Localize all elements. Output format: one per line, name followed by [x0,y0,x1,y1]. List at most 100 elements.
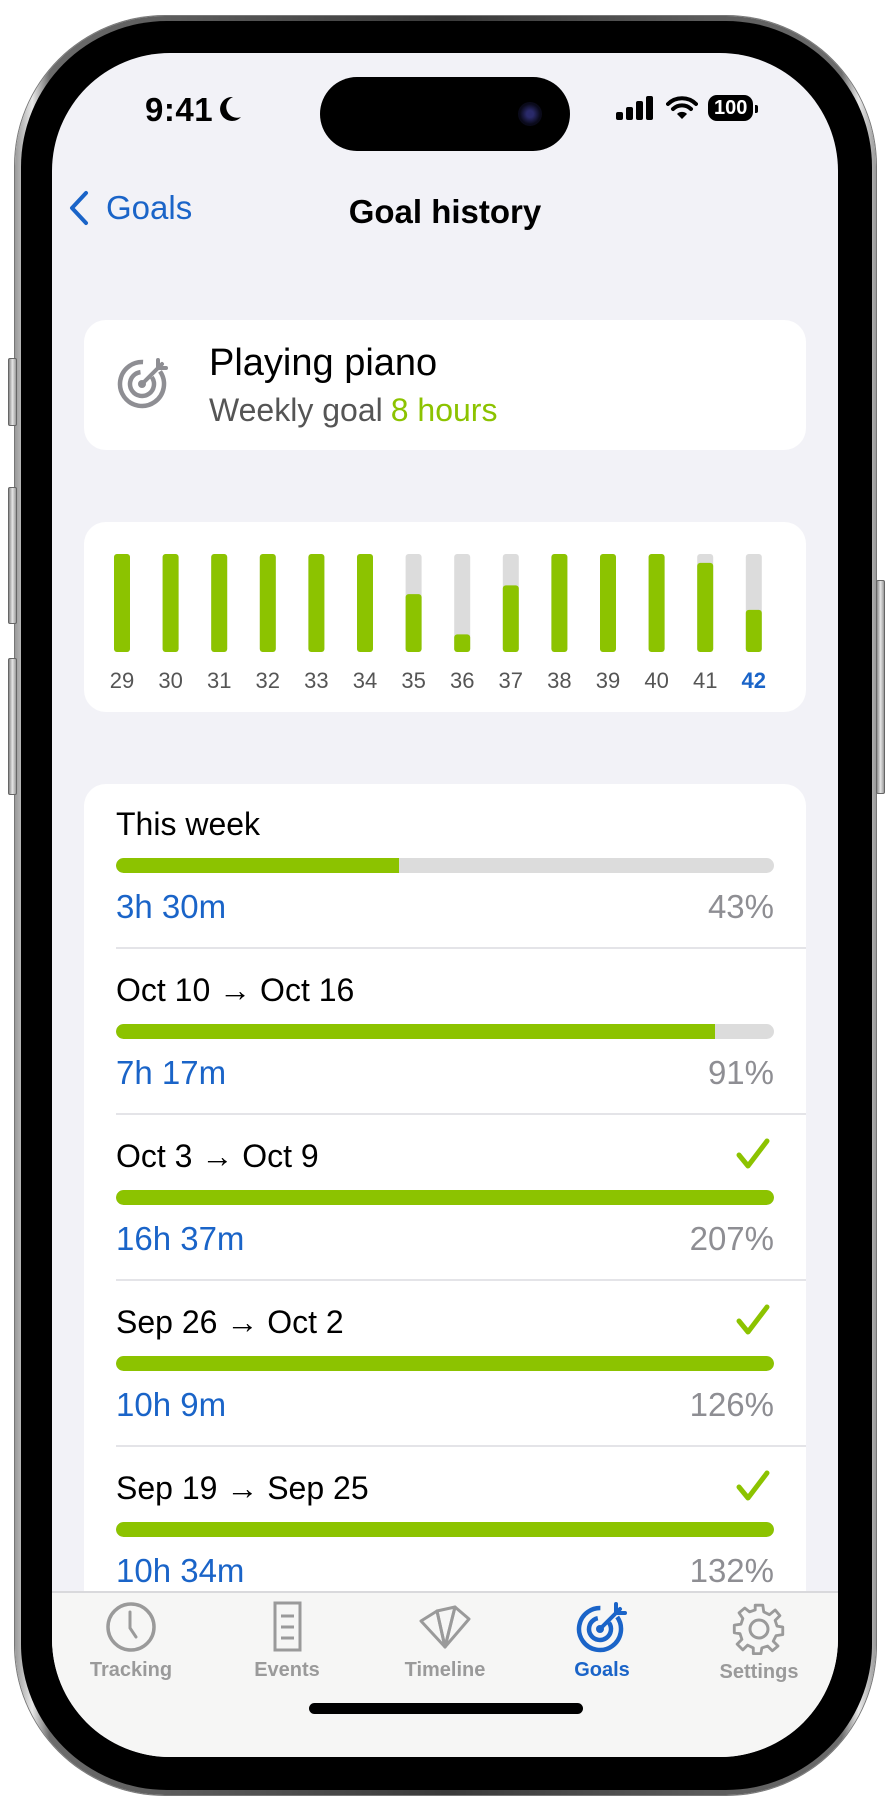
checkmark-icon [736,1470,770,1501]
week-tick-label: 32 [256,668,280,693]
percent-complete: 207% [689,1220,774,1257]
week-range-label: This week [116,806,261,842]
week-tick-label: 38 [547,668,571,693]
tab-timeline[interactable]: Timeline [385,1601,505,1682]
week-tick-label: 39 [596,668,620,693]
bar-week-32[interactable] [259,554,276,652]
home-indicator[interactable] [309,1703,583,1714]
goal-summary-card: Playing piano Weekly goal 8 hours [84,320,806,450]
goal-subtitle: Weekly goal 8 hours [209,392,497,429]
tab-label: Settings [719,1661,799,1683]
checkmark-icon [736,1138,770,1169]
history-row[interactable]: Oct 10 → Oct 16 7h 17m 91% [116,950,806,1115]
week-tick-label: 34 [353,668,377,693]
progress-bar [116,858,774,873]
screen: 9:41 100 Goals Goal history Playing pian… [52,53,838,1757]
goal-name: Playing piano [209,342,438,384]
tab-label: Events [254,1659,320,1681]
volume-up-button [8,487,17,624]
navigation-bar: Goals Goal history [52,173,838,243]
progress-bar-fill [116,858,399,873]
bar-week-38[interactable] [551,554,568,652]
week-tick-label: 33 [304,668,328,693]
progress-bar-fill [116,1190,774,1205]
week-tick-label: 36 [450,668,474,693]
bar-week-29[interactable] [114,554,130,652]
row-divider [116,1113,806,1115]
week-tick-label: 35 [401,668,425,693]
bar-week-39[interactable] [600,554,616,652]
time-spent: 16h 37m [116,1220,245,1257]
history-row[interactable]: Oct 3 → Oct 9 16h 37m 207% [116,1116,806,1281]
bar-week-30[interactable] [162,554,179,652]
clock-icon [106,1602,156,1652]
camera-icon [518,102,542,126]
percent-complete: 43% [707,888,774,925]
week-tick-label: 42 [742,668,766,693]
tab-bar: Tracking Events Timeline Goals Settings [52,1591,838,1757]
progress-bar-fill [116,1356,774,1371]
progress-bar [116,1024,774,1039]
bar-week-37[interactable] [502,585,519,652]
target-icon [117,358,168,409]
bar-week-42[interactable] [745,609,762,652]
cellular-signal-icon [616,96,653,120]
wifi-icon [666,96,698,119]
bar-week-40[interactable] [648,554,665,652]
tab-events[interactable]: Events [227,1601,347,1682]
week-tick-label: 31 [207,668,231,693]
status-time: 9:41 [145,91,214,128]
progress-bar-fill [116,1024,715,1039]
tab-label: Goals [574,1659,630,1681]
time-spent: 10h 34m [116,1552,245,1589]
goal-target: 8 hours [390,392,498,428]
tab-goals[interactable]: Goals [542,1601,662,1682]
time-spent: 3h 30m [116,888,227,925]
status-indicators: 100 [616,95,759,121]
week-tick-label: 29 [110,668,134,693]
bar-week-31[interactable] [211,554,228,652]
percent-complete: 126% [689,1386,774,1423]
bar-week-41[interactable] [697,562,714,652]
progress-bar [116,1356,774,1371]
battery-indicator: 100 [708,95,759,121]
week-tick-label: 40 [644,668,668,693]
percent-complete: 91% [707,1054,774,1091]
tab-tracking[interactable]: Tracking [71,1601,191,1682]
week-range-label: Sep 26 → Oct 2 [116,1304,344,1340]
bar-week-34[interactable] [357,554,373,652]
goal-period-label: Weekly goal [209,392,383,428]
page-title: Goal history [348,193,542,230]
history-row[interactable]: This week 3h 30m 43% [116,784,806,949]
weekly-bar-chart: 29 30 31 32 33 34 35 36 37 38 39 40 41 42 [110,554,766,693]
history-row[interactable]: Sep 19 → Sep 25 10h 34m 132% [116,1448,806,1613]
weekly-chart-card: 29 30 31 32 33 34 35 36 37 38 39 40 41 42 [84,522,806,712]
week-tick-label: 30 [158,668,182,693]
week-tick-label: 41 [693,668,717,693]
history-row[interactable]: Sep 26 → Oct 2 10h 9m 126% [116,1282,806,1447]
time-spent: 10h 9m [116,1386,227,1423]
dynamic-island [320,77,570,151]
volume-down-button [8,658,17,795]
bar-week-33[interactable] [308,554,325,652]
week-range-label: Sep 19 → Sep 25 [116,1470,369,1506]
week-tick-label: 37 [499,668,523,693]
progress-bar [116,1522,774,1537]
action-button [8,358,17,426]
percent-complete: 132% [689,1552,774,1589]
bar-week-35[interactable] [405,594,422,652]
gear-icon [732,1603,785,1655]
tab-settings[interactable]: Settings [699,1601,819,1684]
target-icon [576,1602,627,1653]
bar-week-36[interactable] [454,634,471,652]
history-list: This week 3h 30m 43% Oct 10 → Oct 16 7h 17m 9… [84,784,806,1684]
week-range-label: Oct 10 → Oct 16 [116,972,355,1008]
fan-cards-icon [419,1605,471,1649]
moon-icon [220,96,241,121]
week-range-label: Oct 3 → Oct 9 [116,1138,319,1174]
tab-label: Timeline [404,1659,486,1681]
progress-bar-fill [116,1522,774,1537]
tab-label: Tracking [89,1659,173,1681]
row-divider [116,1279,806,1281]
row-divider [116,1445,806,1447]
